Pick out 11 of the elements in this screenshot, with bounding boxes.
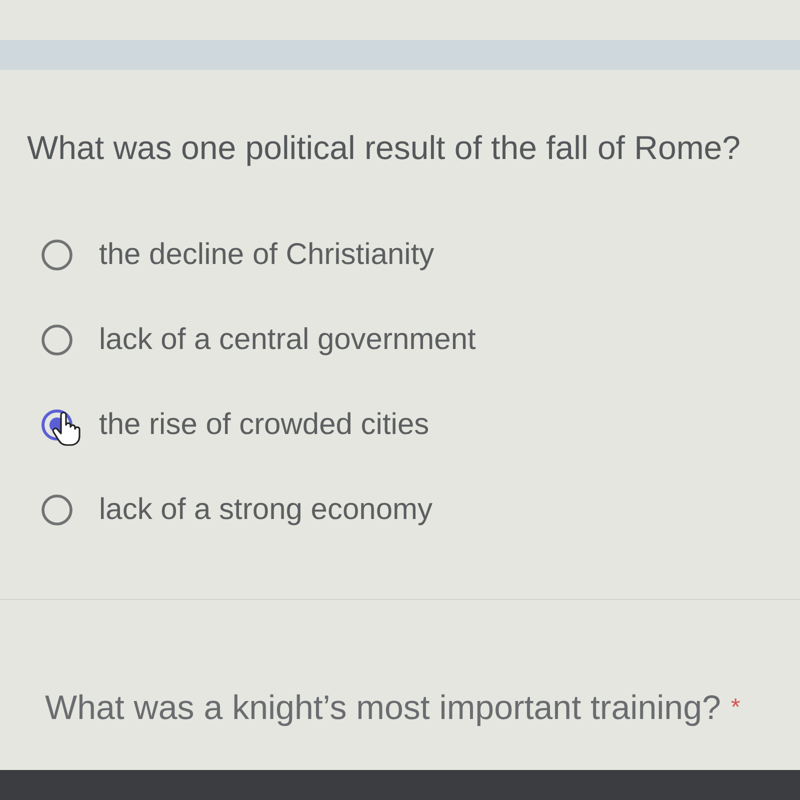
- radio-button[interactable]: [41, 494, 73, 526]
- option-label[interactable]: lack of a strong economy: [99, 492, 433, 528]
- hand-cursor-icon: [51, 411, 81, 447]
- radio-button[interactable]: [41, 324, 73, 356]
- option-label[interactable]: lack of a central government: [99, 322, 476, 358]
- option-label[interactable]: the decline of Christianity: [99, 237, 434, 273]
- radio-button[interactable]: [41, 239, 73, 271]
- question-title: What was one political result of the fall of Rome?: [27, 128, 742, 168]
- required-mark: *: [730, 693, 740, 723]
- question-title: What was a knight’s most important training?: [45, 688, 721, 728]
- option-label[interactable]: the rise of crowded cities: [99, 407, 430, 443]
